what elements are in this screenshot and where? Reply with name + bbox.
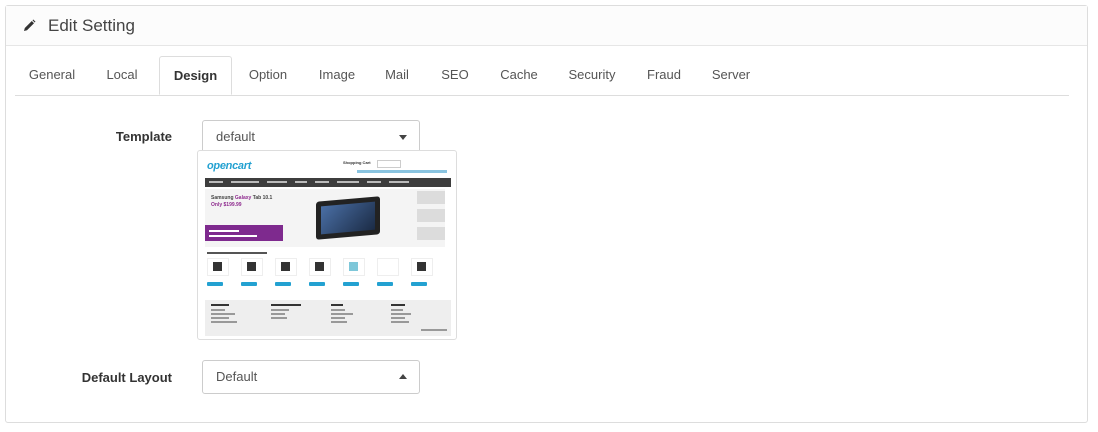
preview-menu xyxy=(205,178,451,187)
tab-server[interactable]: Server xyxy=(709,56,753,94)
template-select[interactable]: default xyxy=(202,120,420,154)
preview-logo: opencart xyxy=(207,160,252,172)
preview-cart: Shopping Cart xyxy=(343,160,371,165)
preview-footer xyxy=(205,300,451,336)
tab-mail[interactable]: Mail xyxy=(381,56,413,94)
default-layout-select-value: Default xyxy=(216,369,258,384)
chevron-down-icon xyxy=(399,135,407,140)
tab-option[interactable]: Option xyxy=(243,56,293,94)
page-title: Edit Setting xyxy=(48,15,135,35)
tab-local[interactable]: Local xyxy=(99,56,145,94)
template-preview: opencart Shopping Cart Samsung Galaxy Ta… xyxy=(197,150,457,340)
preview-links xyxy=(357,170,447,173)
preview-search xyxy=(377,160,401,168)
template-select-value: default xyxy=(216,129,256,144)
preview-coming-soon xyxy=(205,225,283,241)
chevron-up-icon xyxy=(399,374,407,379)
tab-fraud[interactable]: Fraud xyxy=(645,56,683,94)
pencil-icon xyxy=(22,19,36,33)
tab-seo[interactable]: SEO xyxy=(438,56,472,94)
template-preview-image: opencart Shopping Cart Samsung Galaxy Ta… xyxy=(201,154,453,336)
tab-general[interactable]: General xyxy=(22,56,82,94)
tab-image[interactable]: Image xyxy=(313,56,361,94)
tab-design[interactable]: Design xyxy=(159,56,232,95)
preview-tablet xyxy=(316,196,380,240)
preview-banner: Samsung Galaxy Tab 10.1 Only $199.99 xyxy=(205,189,445,247)
default-layout-select[interactable]: Default xyxy=(202,360,420,394)
default-layout-label: Default Layout xyxy=(81,370,172,385)
tab-security[interactable]: Security xyxy=(567,56,617,94)
settings-tabs: General Local Design Option Image Mail S… xyxy=(15,56,1069,96)
panel-heading: Edit Setting xyxy=(6,6,1087,46)
template-label: Template xyxy=(115,129,172,144)
tab-cache[interactable]: Cache xyxy=(498,56,540,94)
preview-banner-price: Only $199.99 xyxy=(211,202,242,208)
preview-banner-title: Samsung Galaxy Tab 10.1 xyxy=(211,195,273,201)
